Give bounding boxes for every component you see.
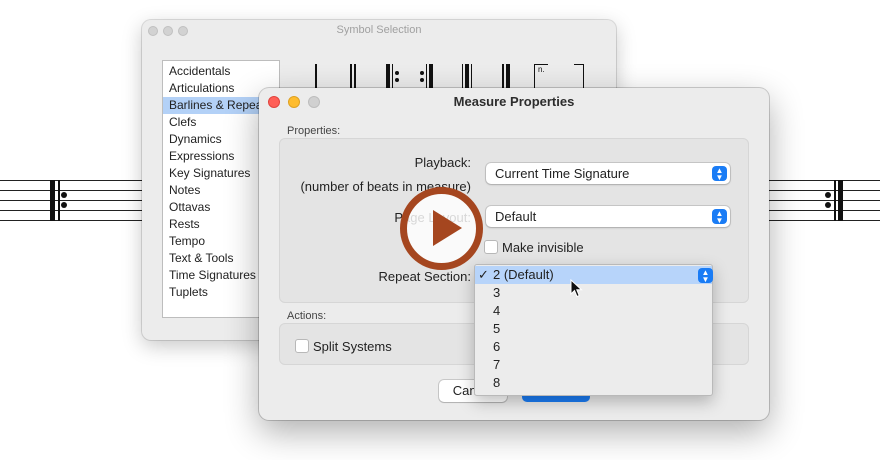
repeat-option-label: 8 xyxy=(493,375,501,390)
play-button[interactable] xyxy=(400,187,483,270)
chevron-updown-icon: ▲ ▼ xyxy=(698,268,713,284)
barline-double-symbol[interactable] xyxy=(350,64,352,88)
repeat-option[interactable]: 5 xyxy=(475,320,712,338)
repeat-option-label: 5 xyxy=(493,321,501,336)
barline-final-part xyxy=(506,64,510,88)
repeat-option[interactable]: 6 xyxy=(475,338,712,356)
ending-bracket-close-symbol[interactable] xyxy=(574,64,584,88)
properties-section-label: Properties: xyxy=(287,125,341,137)
staff-right xyxy=(768,180,880,221)
checkmark-icon: ✓ xyxy=(478,267,489,282)
barline-double-symbol-part xyxy=(354,64,356,88)
dialog-titlebar: Measure Properties xyxy=(259,88,769,114)
make-invisible-label: Make invisible xyxy=(502,240,584,255)
barline-single-symbol[interactable] xyxy=(315,64,317,88)
repeat-option-label: 3 xyxy=(493,285,501,300)
playback-popup[interactable]: Current Time Signature ▲ ▼ xyxy=(486,163,730,184)
repeat-option-label: 2 (Default) xyxy=(493,267,554,282)
arrow-cursor-icon xyxy=(570,279,583,298)
repeat-option[interactable]: 3 xyxy=(475,284,712,302)
barline-symbol-palette[interactable]: n. xyxy=(312,64,592,90)
repeat-option[interactable]: 7 xyxy=(475,356,712,374)
page-layout-popup[interactable]: Default ▲ ▼ xyxy=(486,206,730,227)
repeat-section-menu[interactable]: ✓ 2 (Default) ▲ ▼ 3 4 5 6 7 8 xyxy=(474,264,713,396)
barline-start-repeat-part xyxy=(392,64,393,88)
repeat-dot xyxy=(395,71,399,75)
repeat-dot xyxy=(420,71,424,75)
barline-both-repeat-part xyxy=(471,64,472,88)
repeat-dot xyxy=(420,78,424,82)
repeat-dot xyxy=(395,78,399,82)
barline-final-symbol[interactable] xyxy=(502,64,504,88)
playback-value: Current Time Signature xyxy=(495,166,630,181)
split-systems-label: Split Systems xyxy=(313,339,392,354)
split-systems-checkbox[interactable] xyxy=(295,339,309,353)
barline-both-repeat-part xyxy=(465,64,469,88)
actions-section-label: Actions: xyxy=(287,310,327,322)
playback-label: Playback: xyxy=(414,155,471,170)
repeat-option-label: 6 xyxy=(493,339,501,354)
chevron-updown-icon: ▲ ▼ xyxy=(712,166,727,182)
page-layout-value: Default xyxy=(495,209,537,224)
repeat-option-label: 4 xyxy=(493,303,501,318)
make-invisible-checkbox[interactable] xyxy=(484,240,498,254)
category-item[interactable]: Accidentals xyxy=(163,63,279,80)
staff-left xyxy=(0,180,150,221)
repeat-section-label: Repeat Section: xyxy=(378,269,471,284)
play-icon xyxy=(433,210,462,246)
repeat-option-label: 7 xyxy=(493,357,501,372)
repeat-option[interactable]: 4 xyxy=(475,302,712,320)
barline-both-repeat-symbol[interactable] xyxy=(462,64,463,88)
barline-end-repeat-symbol[interactable] xyxy=(426,64,427,88)
symbol-window-titlebar: Symbol Selection xyxy=(142,20,616,42)
symbol-window-title: Symbol Selection xyxy=(336,24,422,36)
repeat-option[interactable]: 8 xyxy=(475,374,712,392)
barline-end-repeat-part xyxy=(429,64,433,88)
chevron-updown-icon: ▲ ▼ xyxy=(712,209,727,225)
ending-bracket-number: n. xyxy=(538,65,545,74)
dialog-title: Measure Properties xyxy=(453,94,575,109)
repeat-option-selected[interactable]: ✓ 2 (Default) ▲ ▼ xyxy=(475,266,713,284)
barline-start-repeat-symbol[interactable] xyxy=(386,64,390,88)
